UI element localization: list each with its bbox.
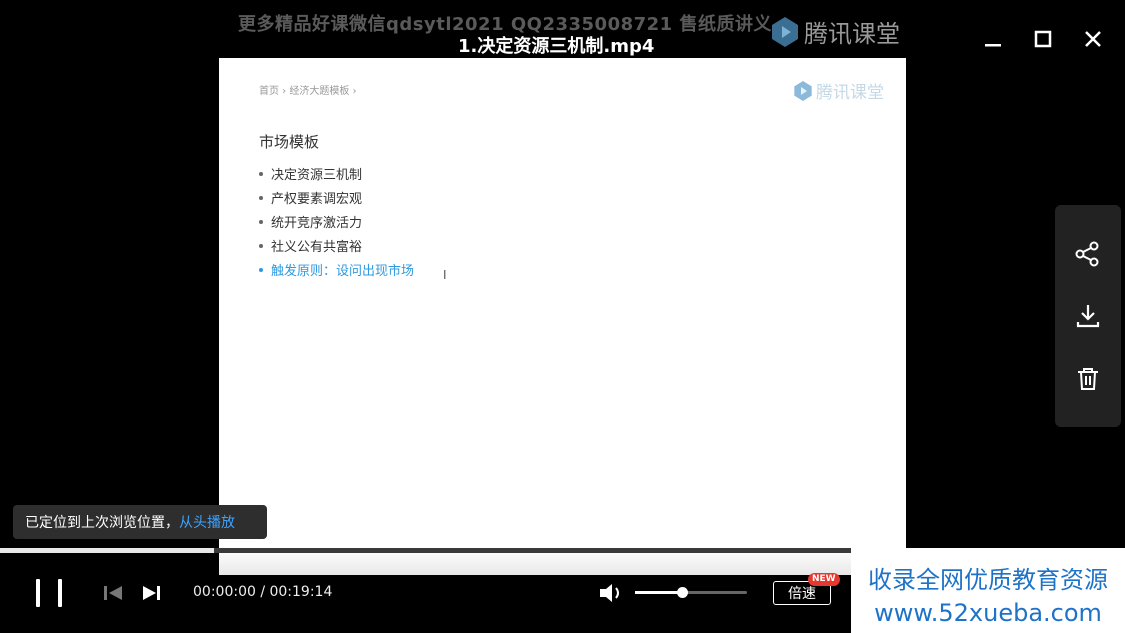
skip-previous-icon — [104, 586, 122, 600]
restart-link[interactable]: 从头播放 — [179, 512, 235, 532]
video-frame[interactable]: 首页 › 经济大题模板 › 腾讯课堂 市场模板 决定资源三机制 产权要素调宏观 … — [219, 58, 906, 575]
close-button[interactable] — [1078, 24, 1108, 54]
maximize-button[interactable] — [1028, 24, 1058, 54]
maximize-icon — [1034, 30, 1052, 48]
list-item: 产权要素调宏观 — [259, 190, 414, 214]
tencent-classroom-logo-icon — [772, 16, 798, 47]
volume-slider[interactable] — [635, 591, 747, 594]
list-item: 统开竞序激活力 — [259, 214, 414, 238]
share-button[interactable] — [1070, 236, 1106, 272]
bullet-icon — [259, 267, 263, 272]
list-item-highlight: 触发原则：设问出现市场 — [259, 262, 414, 286]
bullet-icon — [259, 171, 263, 176]
pause-icon — [36, 579, 40, 607]
download-button[interactable] — [1070, 298, 1106, 334]
bullet-icon — [259, 195, 263, 200]
brand-name: 腾讯课堂 — [804, 20, 900, 48]
next-button[interactable] — [141, 584, 163, 606]
bullet-icon — [259, 219, 263, 224]
volume-fill — [635, 591, 683, 594]
skip-next-icon — [143, 586, 160, 600]
promo-line1: 收录全网优质教育资源 — [868, 566, 1108, 594]
side-action-panel — [1055, 205, 1121, 427]
progress-fill — [0, 548, 214, 553]
tencent-classroom-logo-icon — [794, 80, 812, 101]
text-cursor-icon: I — [443, 268, 447, 282]
list-item: 社义公有共富裕 — [259, 238, 414, 262]
resume-toast: 已定位到上次浏览位置， 从头播放 — [13, 505, 267, 539]
video-watermark: 腾讯课堂 — [794, 78, 884, 103]
previous-button[interactable] — [102, 584, 124, 606]
delete-button[interactable] — [1070, 361, 1106, 397]
promo-url: www.52xueba.com — [874, 599, 1102, 627]
list-item: 决定资源三机制 — [259, 166, 414, 190]
pause-button[interactable] — [36, 579, 62, 607]
toast-message: 已定位到上次浏览位置， — [25, 515, 179, 531]
minimize-icon — [985, 44, 1001, 47]
new-badge: NEW — [808, 573, 840, 586]
delete-icon — [1078, 368, 1098, 390]
bullet-icon — [259, 243, 263, 248]
download-icon — [1076, 305, 1100, 328]
time-display: 00:00:00 / 00:19:14 — [193, 584, 333, 600]
video-watermark-text: 腾讯课堂 — [816, 83, 884, 103]
promo-watermark: 收录全网优质教育资源 www.52xueba.com — [851, 548, 1125, 633]
close-icon — [1085, 31, 1101, 47]
volume-knob[interactable] — [677, 587, 689, 598]
minimize-button[interactable] — [978, 24, 1008, 54]
slide-list: 决定资源三机制 产权要素调宏观 统开竞序激活力 社义公有共富裕 触发原则：设问出… — [259, 166, 414, 286]
slide-heading: 市场模板 — [259, 133, 320, 151]
brand-logo: 腾讯课堂 — [772, 14, 900, 49]
share-icon — [1075, 241, 1099, 267]
breadcrumb: 首页 › 经济大题模板 › — [259, 86, 357, 97]
video-title: 1.决定资源三机制.mp4 — [458, 36, 655, 57]
volume-button[interactable] — [598, 582, 626, 608]
volume-icon — [600, 584, 619, 602]
